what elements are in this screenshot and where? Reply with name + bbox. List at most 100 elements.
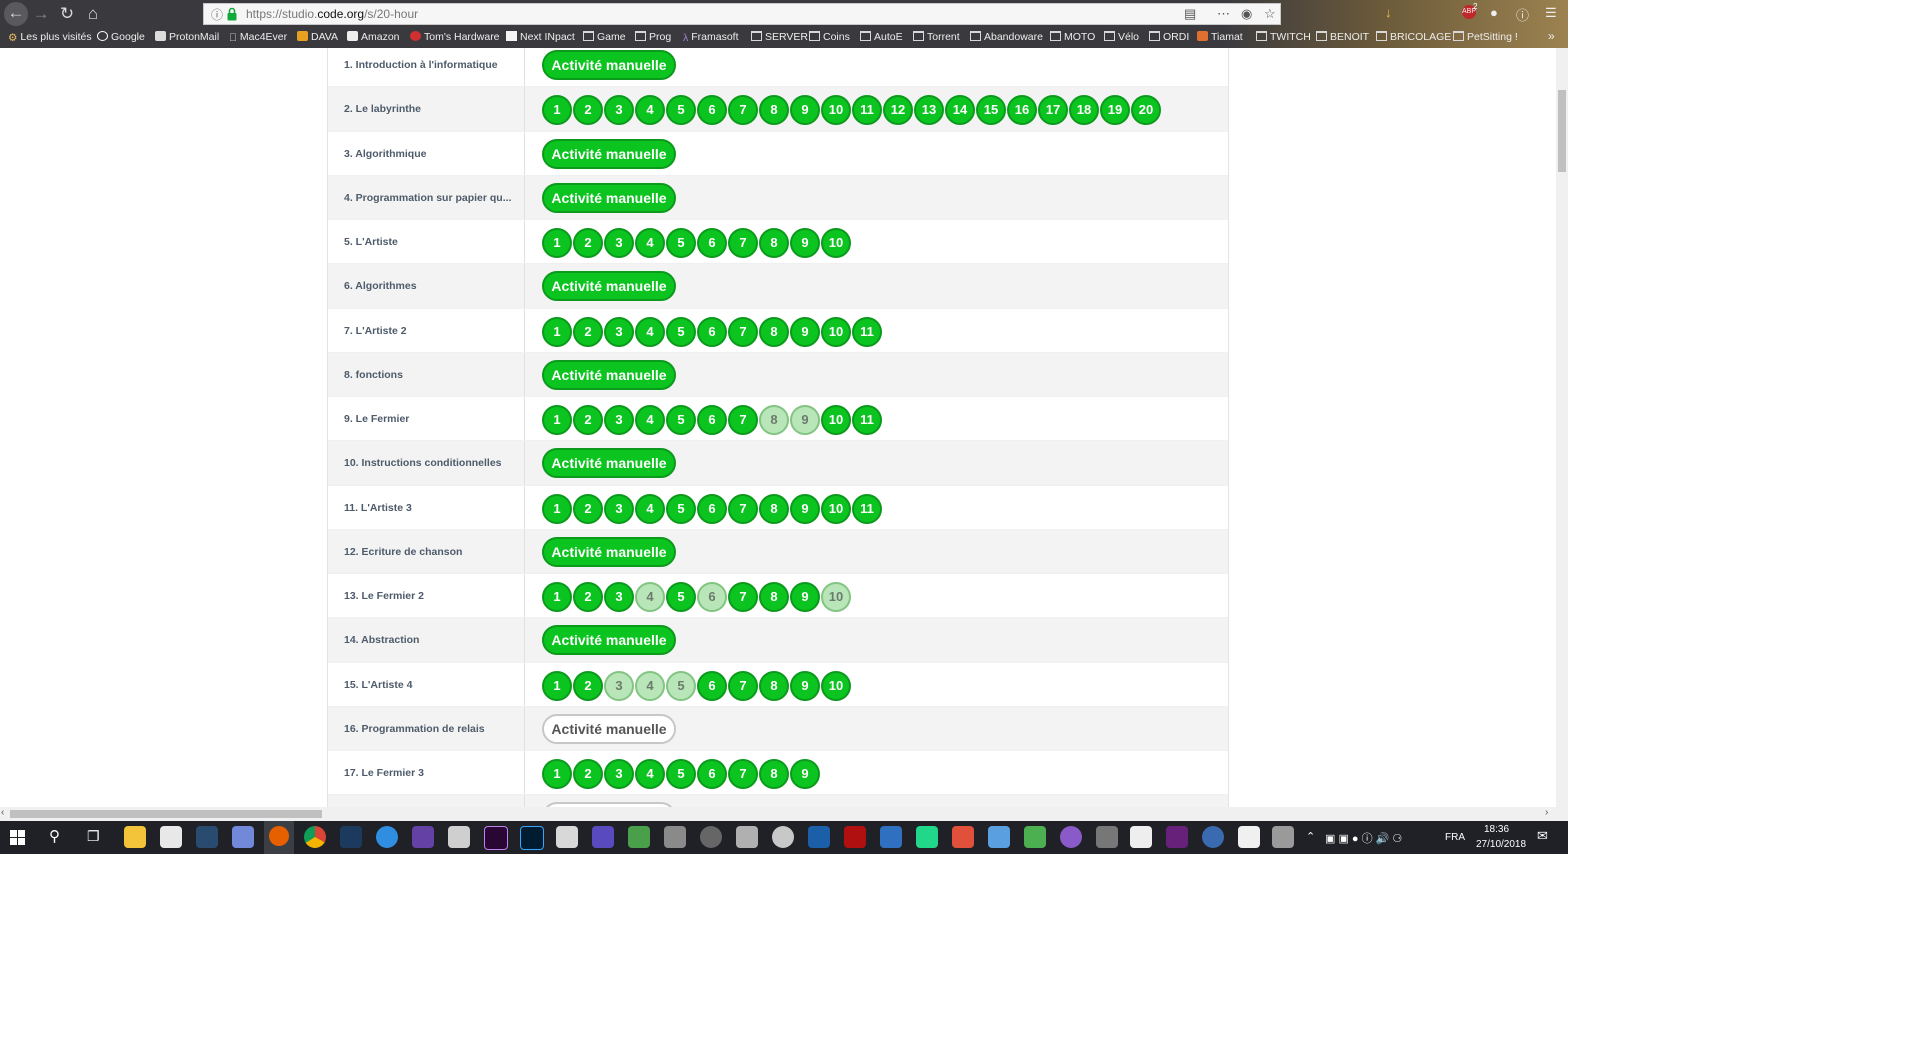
level-bubble-completed[interactable]: 6 [697, 759, 727, 789]
level-bubble-completed[interactable]: 10 [821, 95, 851, 126]
level-bubble-completed[interactable]: 5 [666, 582, 696, 612]
lesson-name[interactable]: 9. Le Fermier [344, 397, 514, 441]
photoshop-icon[interactable] [520, 826, 544, 850]
unplugged-activity-button[interactable]: Activité manuelle [542, 138, 676, 169]
level-bubble-attempted[interactable]: 6 [697, 582, 727, 612]
forward-arrow-icon[interactable]: → [30, 3, 52, 25]
store-icon[interactable] [160, 826, 182, 848]
level-bubble-completed[interactable]: 9 [790, 95, 820, 126]
level-bubble-completed[interactable]: 1 [542, 582, 572, 612]
level-bubble-attempted[interactable]: 4 [635, 582, 665, 612]
bookmark-next-inpact[interactable]: Next INpact [506, 31, 575, 43]
level-bubble-completed[interactable]: 18 [1069, 95, 1099, 126]
lesson-name[interactable]: 15. L'Artiste 4 [344, 663, 514, 707]
calculator-icon[interactable] [556, 826, 578, 848]
level-bubble-completed[interactable]: 11 [852, 493, 882, 524]
app-icon[interactable] [772, 826, 794, 848]
level-bubble-completed[interactable]: 12 [883, 95, 913, 126]
level-bubble-completed[interactable]: 5 [666, 316, 696, 347]
unplugged-activity-button[interactable]: Activité manuelle [542, 713, 676, 744]
level-bubble-completed[interactable]: 8 [759, 228, 789, 258]
level-bubble-completed[interactable]: 3 [604, 316, 634, 347]
level-bubble-completed[interactable]: 14 [945, 95, 975, 126]
level-bubble-completed[interactable]: 11 [852, 405, 882, 435]
lesson-name[interactable]: 11. L'Artiste 3 [344, 486, 514, 530]
level-bubble-completed[interactable]: 9 [790, 582, 820, 612]
bookmark-mac4ever[interactable]: Mac4Ever [229, 31, 287, 44]
level-bubble-attempted[interactable]: 8 [759, 405, 789, 435]
menu-icon[interactable]: ☰ [1545, 5, 1557, 21]
address-bar[interactable]: ⓘ https://studio.code.org/s/20-hour ▤ ⋯ … [203, 3, 1281, 25]
bookmark-petsitting[interactable]: PetSitting ! [1453, 31, 1518, 43]
level-bubble-completed[interactable]: 9 [790, 316, 820, 347]
level-bubble-completed[interactable]: 6 [697, 493, 727, 524]
level-bubble-completed[interactable]: 7 [728, 405, 758, 435]
task-view-icon[interactable]: ❐ [87, 828, 100, 845]
app-icon[interactable] [1024, 826, 1046, 848]
app-icon[interactable] [736, 826, 758, 848]
bookmark-google[interactable]: Google [97, 31, 145, 43]
unplugged-activity-button[interactable]: Activité manuelle [542, 448, 676, 479]
level-bubble-completed[interactable]: 4 [635, 95, 665, 126]
downloads-icon[interactable]: ↓ [1385, 5, 1392, 20]
level-bubble-completed[interactable]: 2 [573, 670, 603, 701]
lesson-name[interactable]: 5. L'Artiste [344, 220, 514, 264]
level-bubble-completed[interactable]: 5 [666, 493, 696, 524]
level-bubble-completed[interactable]: 9 [790, 228, 820, 258]
level-bubble-completed[interactable]: 7 [728, 670, 758, 701]
bookmark-moto[interactable]: MOTO [1050, 31, 1095, 43]
intellij-icon[interactable] [952, 826, 974, 848]
level-bubble-completed[interactable]: 10 [821, 493, 851, 524]
level-bubble-completed[interactable]: 1 [542, 316, 572, 347]
app-icon[interactable] [1272, 826, 1294, 848]
unplugged-activity-button[interactable]: Activité manuelle [542, 50, 676, 80]
level-bubble-completed[interactable]: 10 [821, 405, 851, 435]
level-bubble-completed[interactable]: 4 [635, 759, 665, 789]
bookmark-abandoware[interactable]: Abandoware [970, 31, 1043, 43]
info-icon[interactable]: ⓘ [1516, 5, 1529, 24]
level-bubble-completed[interactable]: 1 [542, 759, 572, 789]
clock-date[interactable]: 27/10/2018 [1476, 839, 1526, 850]
bookmark-benoit[interactable]: BENOIT [1316, 31, 1369, 43]
level-bubble-completed[interactable]: 6 [697, 95, 727, 126]
lesson-name[interactable]: 2. Le labyrinthe [344, 87, 514, 131]
level-bubble-completed[interactable]: 7 [728, 759, 758, 789]
site-info-icon[interactable]: ⓘ [211, 6, 223, 23]
level-bubble-completed[interactable]: 2 [573, 405, 603, 435]
search-icon[interactable]: ⚲ [49, 827, 60, 845]
bookmark-torrent[interactable]: Torrent [913, 31, 960, 43]
level-bubble-completed[interactable]: 5 [666, 228, 696, 258]
level-bubble-completed[interactable]: 8 [759, 95, 789, 126]
level-bubble-completed[interactable]: 3 [604, 582, 634, 612]
tray-icons[interactable]: ▣ ▣ ● ⓘ 🔊 ⚆ [1325, 830, 1402, 846]
reload-icon[interactable]: ↻ [56, 3, 78, 25]
app-icon[interactable] [808, 826, 830, 848]
level-bubble-completed[interactable]: 2 [573, 228, 603, 258]
app-icon[interactable] [1238, 826, 1260, 848]
home-icon[interactable]: ⌂ [82, 3, 104, 25]
vertical-scrollbar[interactable] [1556, 48, 1568, 807]
level-bubble-attempted[interactable]: 4 [635, 670, 665, 701]
level-bubble-completed[interactable]: 8 [759, 670, 789, 701]
bookmark-toms-hardware[interactable]: Tom's Hardware [410, 31, 500, 43]
level-bubble-completed[interactable]: 3 [604, 95, 634, 126]
unplugged-activity-button[interactable]: Activité manuelle [542, 536, 676, 567]
level-bubble-completed[interactable]: 11 [852, 316, 882, 347]
twitch-icon[interactable] [412, 826, 434, 848]
app-icon[interactable] [880, 826, 902, 848]
app-icon[interactable] [448, 826, 470, 848]
level-bubble-completed[interactable]: 7 [728, 493, 758, 524]
app-icon[interactable] [1096, 826, 1118, 848]
level-bubble-attempted[interactable]: 9 [790, 405, 820, 435]
app-icon[interactable] [1130, 826, 1152, 848]
lesson-name[interactable]: 10. Instructions conditionnelles [344, 441, 514, 485]
extension-icon[interactable]: ● [1490, 5, 1498, 20]
level-bubble-completed[interactable]: 3 [604, 228, 634, 258]
bookmark-ordi[interactable]: ORDI [1149, 31, 1189, 43]
tray-chevron-icon[interactable]: ⌃ [1306, 830, 1315, 843]
firefox-active-slot[interactable] [264, 821, 294, 854]
scroll-thumb[interactable] [1558, 90, 1566, 172]
level-bubble-completed[interactable]: 7 [728, 95, 758, 126]
app-icon[interactable] [592, 826, 614, 848]
app-icon[interactable] [664, 826, 686, 848]
